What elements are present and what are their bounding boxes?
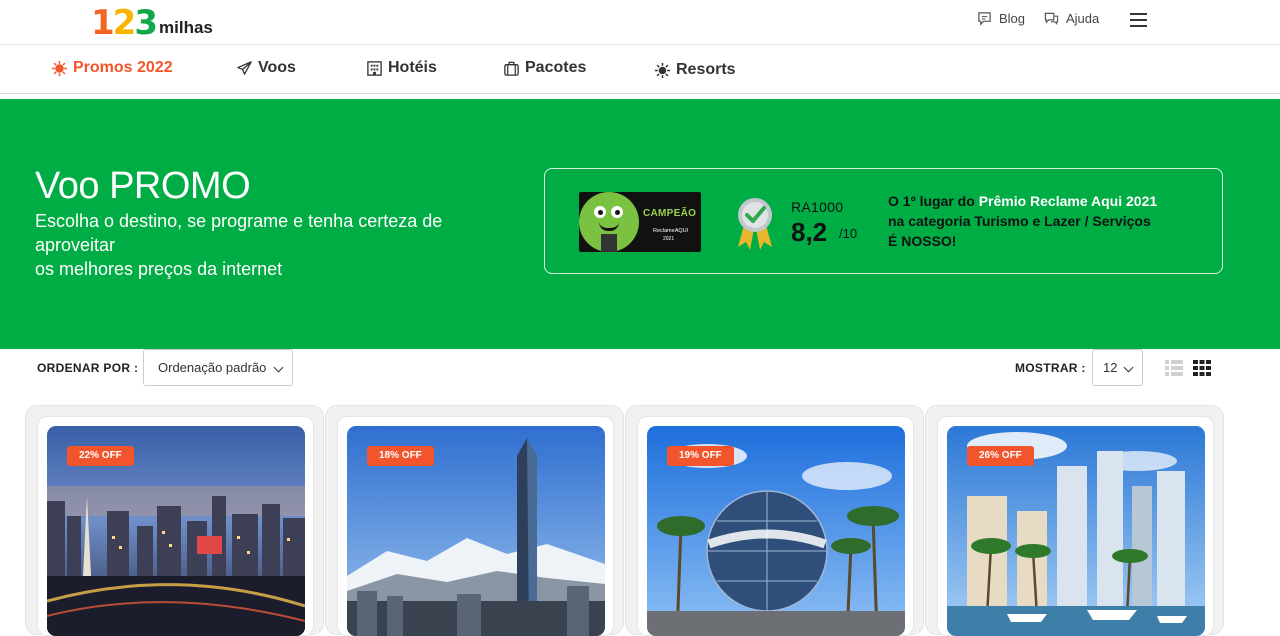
- chevron-down-icon: [1123, 362, 1134, 373]
- logo-word: milhas: [159, 18, 213, 37]
- reclame-aqui-seal: CAMPEÃO ReclameAQUI 2021: [579, 192, 701, 252]
- ra-scale: /10: [839, 226, 858, 241]
- seal-year: 2021: [663, 236, 675, 242]
- hero-title: Voo PROMO: [35, 165, 251, 207]
- deal-card[interactable]: 18% OFF: [325, 405, 624, 636]
- help-link-label: Ajuda: [1066, 11, 1100, 26]
- chevron-down-icon: [273, 362, 284, 373]
- sun-icon: [654, 62, 671, 78]
- award-medal-icon: [738, 198, 772, 250]
- hero-subtitle: Escolha o destino, se programe e tenha c…: [35, 209, 515, 281]
- nav-item-label: Promos 2022: [73, 59, 173, 76]
- award-text-highlight: Prêmio Reclame Aqui 2021: [978, 193, 1158, 209]
- award-text-prefix: O 1º lugar do: [888, 193, 979, 209]
- reclame-aqui-award-box: CAMPEÃO ReclameAQUI 2021 RA1000 8,2 /10 …: [544, 168, 1223, 274]
- list-view-icon[interactable]: [1164, 358, 1184, 378]
- logo-123milhas[interactable]: 123 milhas: [91, 4, 213, 40]
- hamburger-icon[interactable]: [1130, 13, 1147, 27]
- logo-digits: 123: [91, 3, 158, 43]
- ra-label: RA1000: [791, 199, 844, 215]
- show-count-value: 12: [1103, 360, 1118, 375]
- nav-item-label: Pacotes: [525, 59, 587, 76]
- hero-banner: Voo PROMO Escolha o destino, se programe…: [0, 99, 1280, 349]
- discount-badge: 26% OFF: [967, 446, 1034, 466]
- sun-badge-icon: [51, 60, 68, 76]
- award-text-line: na categoria Turismo e Lazer / Serviços: [888, 213, 1151, 229]
- award-text-line: É NOSSO!: [888, 233, 957, 249]
- seal-brand: ReclameAQUI: [653, 228, 689, 234]
- ra-score: 8,2: [791, 217, 828, 247]
- nav-item-pacotes[interactable]: Pacotes: [503, 59, 586, 77]
- nav-item-hoteis[interactable]: Hotéis: [366, 59, 437, 77]
- discount-badge: 22% OFF: [67, 446, 134, 466]
- sort-select[interactable]: Ordenação padrão: [143, 349, 293, 386]
- main-nav: Promos 2022 Voos Hotéis Pacotes Resorts: [0, 45, 1280, 94]
- award-text: O 1º lugar do Prêmio Reclame Aqui 2021 n…: [888, 191, 1157, 251]
- deal-card[interactable]: 19% OFF: [625, 405, 924, 636]
- nav-item-label: Resorts: [676, 61, 736, 78]
- seal-title: CAMPEÃO: [643, 208, 697, 219]
- top-header: 123 milhas Blog Ajuda: [0, 0, 1280, 45]
- nav-item-resorts[interactable]: Resorts: [654, 61, 736, 79]
- hero-subtitle-line: os melhores preços da internet: [35, 259, 283, 279]
- sort-label: ORDENAR POR :: [37, 361, 139, 375]
- sort-select-value: Ordenação padrão: [158, 360, 267, 375]
- blog-link-label: Blog: [999, 11, 1026, 26]
- hero-subtitle-line: aproveitar: [35, 235, 116, 255]
- nav-item-label: Voos: [258, 59, 296, 76]
- logo-digit-2: 2: [112, 3, 137, 43]
- show-count-select[interactable]: 12: [1092, 349, 1143, 386]
- nav-item-voos[interactable]: Voos: [236, 59, 296, 77]
- help-link[interactable]: Ajuda: [1044, 11, 1099, 26]
- logo-digit-3: 3: [134, 3, 158, 43]
- grid-view-icon[interactable]: [1192, 358, 1212, 378]
- suitcase-icon: [504, 61, 519, 76]
- nav-item-label: Hotéis: [388, 59, 437, 76]
- logo-digit-1: 1: [91, 3, 115, 43]
- building-icon: [367, 60, 382, 76]
- nav-item-promos[interactable]: Promos 2022: [51, 59, 173, 77]
- airplane-icon: [237, 60, 252, 75]
- discount-badge: 18% OFF: [367, 446, 434, 466]
- deal-card[interactable]: 22% OFF: [25, 405, 324, 636]
- hero-subtitle-line: Escolha o destino, se programe e tenha c…: [35, 211, 443, 231]
- deal-card[interactable]: 26% OFF: [925, 405, 1224, 636]
- blog-link[interactable]: Blog: [977, 11, 1025, 26]
- discount-badge: 19% OFF: [667, 446, 734, 466]
- chat-bubble-icon: [978, 12, 991, 26]
- show-label: MOSTRAR :: [1015, 361, 1086, 375]
- help-chat-icon: [1044, 12, 1059, 26]
